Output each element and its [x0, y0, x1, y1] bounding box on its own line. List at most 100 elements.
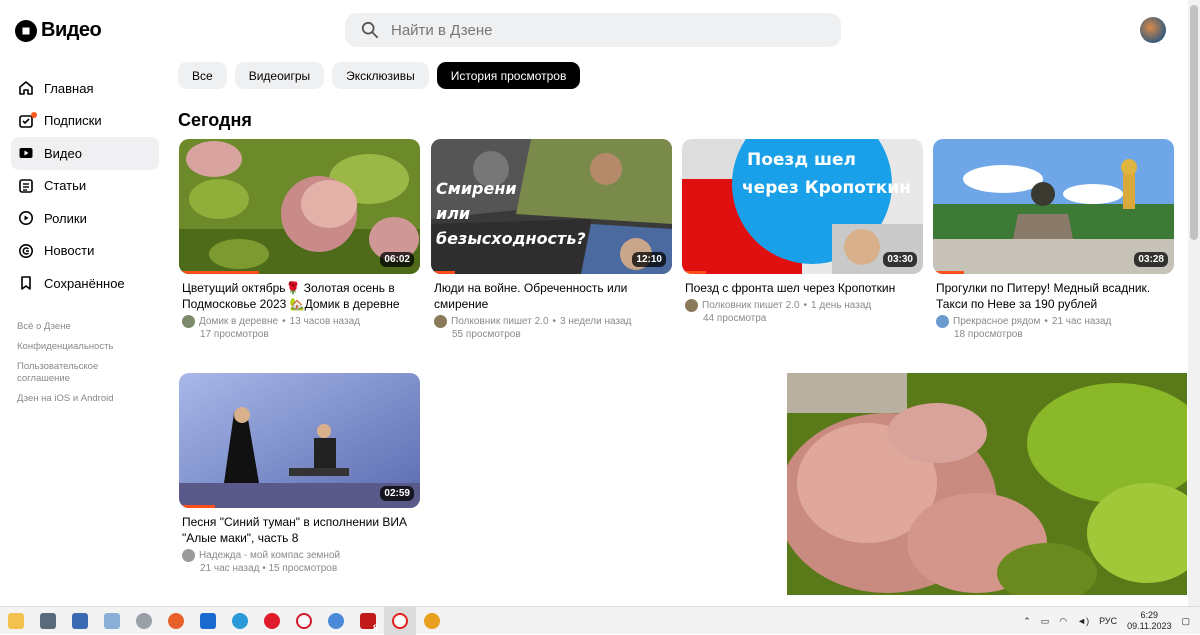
logo[interactable]: Видео — [15, 19, 102, 42]
chip-all[interactable]: Все — [178, 62, 227, 89]
channel-name[interactable]: Полковник пишет 2.0 — [702, 300, 800, 311]
chrome-icon[interactable] — [416, 607, 448, 635]
video-time-views: 21 час назад • 15 просмотров — [179, 563, 420, 574]
sidebar-footer: Всё о Дзене Конфиденциальность Пользоват… — [17, 321, 147, 413]
channel-avatar[interactable] — [685, 299, 698, 312]
scrollbar-thumb[interactable] — [1190, 5, 1198, 240]
sidebar-item-label: Статьи — [44, 178, 87, 194]
video-title[interactable]: Прогулки по Питеру! Медный всадник. Такс… — [933, 280, 1174, 312]
watch-progress — [682, 271, 707, 274]
home-icon — [19, 81, 33, 96]
footer-link-terms[interactable]: Пользовательское соглашение — [17, 361, 147, 385]
footer-link-privacy[interactable]: Конфиденциальность — [17, 341, 147, 353]
video-thumbnail[interactable]: Смирени или безысходность? 12:10 — [431, 139, 672, 274]
shorts-icon — [19, 211, 33, 226]
chrome-canary-icon[interactable] — [320, 607, 352, 635]
edge-icon[interactable] — [224, 607, 256, 635]
video-thumbnail[interactable]: 03:28 — [933, 139, 1174, 274]
video-title[interactable]: Цветущий октябрь🌹 Золотая осень в Подмос… — [179, 280, 420, 312]
computer-icon[interactable] — [64, 607, 96, 635]
user-avatar[interactable] — [1140, 17, 1166, 43]
sidebar-item-video[interactable]: Видео — [11, 137, 159, 170]
mini-player-video-frame — [787, 373, 1187, 595]
network-icon[interactable]: ▭ — [1041, 616, 1050, 627]
duration-badge: 12:10 — [632, 252, 666, 267]
video-meta: Полковник пишет 2.0 • 3 недели назад — [431, 315, 672, 328]
mail-icon[interactable] — [192, 607, 224, 635]
duration-badge: 06:02 — [380, 252, 414, 267]
video-card[interactable]: 06:02 Цветущий октябрь🌹 Золотая осень в … — [179, 139, 420, 340]
channel-avatar[interactable] — [936, 315, 949, 328]
sidebar-item-shorts[interactable]: Ролики — [11, 202, 159, 235]
sidebar-item-subscriptions[interactable]: Подписки — [11, 105, 159, 138]
sidebar-item-articles[interactable]: Статьи — [11, 170, 159, 203]
channel-avatar[interactable] — [182, 315, 195, 328]
sidebar-item-home[interactable]: Главная — [11, 72, 159, 105]
opera-gx-icon[interactable] — [288, 607, 320, 635]
opera-icon[interactable] — [256, 607, 288, 635]
chevron-up-icon[interactable]: ⌃ — [1023, 616, 1031, 627]
svg-text:Смирени: Смирени — [436, 179, 517, 198]
channel-name[interactable]: Полковник пишет 2.0 — [451, 316, 549, 327]
watch-progress — [933, 271, 965, 274]
taskbar-badge: 8 — [372, 622, 378, 633]
video-views: 15 просмотров — [268, 563, 338, 574]
page-scrollbar[interactable] — [1188, 0, 1200, 606]
mini-player[interactable] — [787, 373, 1187, 595]
video-title[interactable]: Песня "Синий туман" в исполнении ВИА "Ал… — [179, 514, 420, 546]
clock[interactable]: 6:29 09.11.2023 — [1127, 610, 1171, 632]
search-bar[interactable] — [345, 13, 841, 47]
yandex-browser-icon[interactable] — [384, 606, 416, 635]
video-thumbnail[interactable]: 02:59 — [179, 373, 420, 508]
video-thumbnail[interactable]: Поезд шел через Кропоткин 03:30 — [682, 139, 923, 274]
channel-avatar[interactable] — [434, 315, 447, 328]
chip-history[interactable]: История просмотров — [436, 62, 581, 89]
channel-name[interactable]: Прекрасное рядом — [953, 316, 1040, 327]
duration-badge: 02:59 — [380, 486, 414, 501]
search-input[interactable] — [391, 21, 791, 39]
video-views: 55 просмотров — [452, 329, 521, 340]
firefox-icon[interactable] — [160, 607, 192, 635]
calculator-icon[interactable] — [32, 607, 64, 635]
video-views: 44 просмотра — [703, 313, 767, 324]
notepad-icon[interactable] — [96, 607, 128, 635]
video-card[interactable]: 03:28 Прогулки по Питеру! Медный всадник… — [933, 139, 1174, 340]
video-views: 18 просмотров — [954, 329, 1023, 340]
sidebar-item-label: Новости — [44, 243, 95, 259]
video-title[interactable]: Люди на войне. Обреченность или смирение — [431, 280, 672, 312]
bookmark-icon — [21, 276, 31, 291]
meta-separator: • — [262, 563, 266, 574]
meta-separator: • — [803, 300, 808, 311]
channel-name[interactable]: Домик в деревне — [199, 316, 278, 327]
channel-avatar[interactable] — [182, 549, 195, 562]
filter-chips: Все Видеоигры Эксклюзивы История просмот… — [178, 62, 581, 89]
chip-exclusives[interactable]: Эксклюзивы — [332, 62, 429, 89]
watch-progress — [179, 505, 216, 508]
settings-icon[interactable] — [128, 607, 160, 635]
duration-badge: 03:30 — [883, 252, 917, 267]
sidebar-item-label: Ролики — [44, 210, 87, 226]
file-explorer-icon[interactable] — [0, 607, 32, 635]
sidebar-item-saved[interactable]: Сохранённое — [11, 267, 159, 300]
sidebar: Главная Подписки Видео Статьи Ролики Нов… — [11, 72, 159, 300]
video-card[interactable]: 02:59 Песня "Синий туман" в исполнении В… — [179, 373, 420, 574]
sidebar-item-news[interactable]: Новости — [11, 235, 159, 268]
channel-name[interactable]: Надежда - мой компас земной — [199, 550, 340, 561]
search-icon — [361, 21, 379, 39]
footer-link-about[interactable]: Всё о Дзене — [17, 321, 147, 333]
footer-link-apps[interactable]: Дзен на iOS и Android — [17, 393, 147, 405]
chip-videogames[interactable]: Видеоигры — [234, 62, 325, 89]
windows-taskbar: 8 ⌃ ▭ ◠ ◄) РУС 6:29 09.11.2023 ▢ — [0, 606, 1200, 635]
svg-text:Поезд шел: Поезд шел — [747, 150, 856, 170]
language-indicator[interactable]: РУС — [1099, 616, 1117, 626]
notifications-icon[interactable]: ▢ — [1181, 616, 1190, 627]
pdf-app-icon[interactable]: 8 — [352, 607, 384, 635]
volume-icon[interactable]: ◄) — [1077, 616, 1089, 626]
video-card[interactable]: Поезд шел через Кропоткин 03:30 Поезд с … — [682, 139, 923, 324]
svg-text:через Кропоткин: через Кропоткин — [742, 178, 911, 198]
video-thumbnail[interactable]: 06:02 — [179, 139, 420, 274]
video-card[interactable]: Смирени или безысходность? 12:10 Люди на… — [431, 139, 672, 340]
sidebar-item-label: Подписки — [44, 113, 102, 129]
wifi-icon[interactable]: ◠ — [1059, 616, 1067, 627]
sidebar-item-label: Видео — [44, 145, 82, 161]
